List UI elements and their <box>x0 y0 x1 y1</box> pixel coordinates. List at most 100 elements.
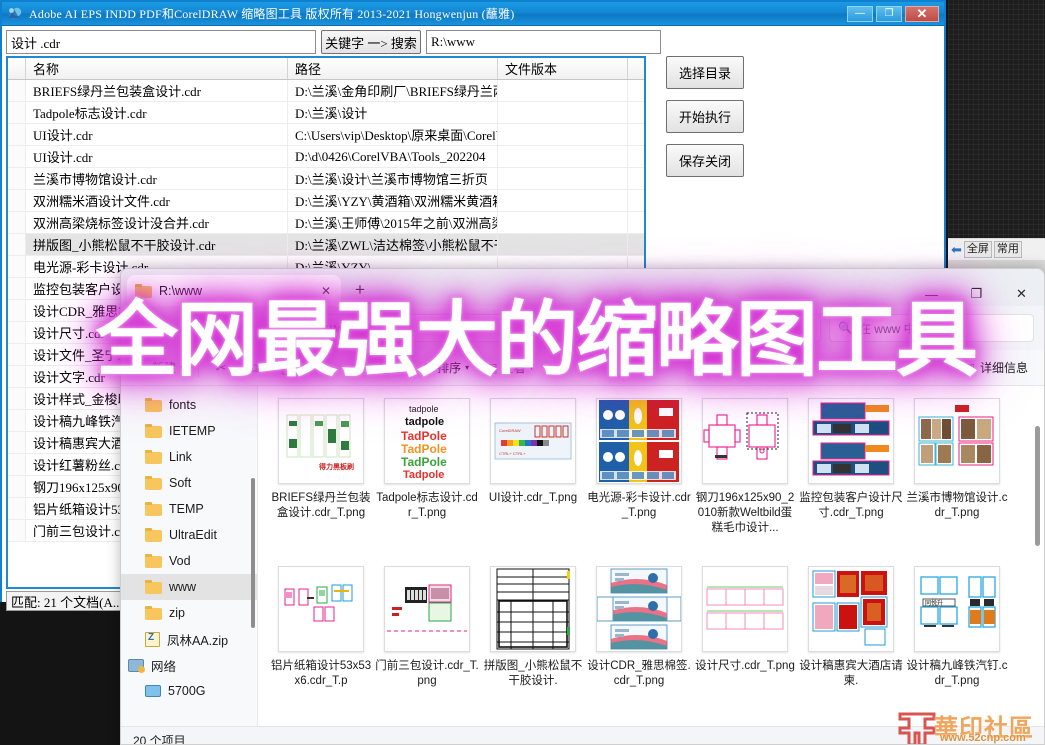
new-tab-button[interactable]: + <box>355 280 365 306</box>
refresh-icon[interactable]: ⟳ <box>233 320 259 337</box>
explorer-window-controls[interactable]: — ❐ ✕ <box>909 286 1044 306</box>
table-row[interactable]: 双洲高梁烧标签设计没合并.cdrD:\兰溪\王师傅\2015年之前\双洲高梁烧标… <box>8 212 644 234</box>
row-gutter <box>8 168 26 189</box>
svg-text:tadpole: tadpole <box>405 416 444 428</box>
rename-icon[interactable]: ✎ <box>305 355 335 381</box>
delete-icon[interactable]: 🗑 <box>371 355 401 381</box>
sidebar-item--[interactable]: 网络 <box>121 652 257 678</box>
sidebar-item-soft[interactable]: Soft <box>121 470 257 496</box>
up-arrow-icon[interactable]: ↑ <box>199 320 225 336</box>
save-close-button[interactable]: 保存关闭 <box>666 144 744 177</box>
table-row[interactable]: UI设计.cdrC:\Users\vip\Desktop\原来桌面\CorelV… <box>8 124 644 146</box>
copy-icon[interactable]: ⧉ <box>239 355 269 381</box>
taskbar-tray[interactable]: ⬅ 全屏 常用 <box>948 238 1045 260</box>
choose-directory-button[interactable]: 选择目录 <box>666 56 744 89</box>
explorer-maximize-button[interactable]: ❐ <box>954 286 999 302</box>
sidebar-item-ietemp[interactable]: IETEMP <box>121 418 257 444</box>
breadcrumb-root[interactable]: R: <box>299 321 311 335</box>
cell-version <box>498 146 628 167</box>
row-gutter <box>8 454 26 475</box>
file-grid-item[interactable]: 兰溪市博物馆设计.cdr_T.png <box>904 394 1010 562</box>
sidebar-item-label: TEMP <box>169 502 204 516</box>
view-button[interactable]: ▤ 查看 ▾ <box>479 355 540 381</box>
address-input[interactable]: R: › www <box>267 314 821 342</box>
sidebar-item-zip[interactable]: zip <box>121 600 257 626</box>
paste-icon[interactable]: 📋 <box>272 355 302 381</box>
file-grid-item[interactable]: 同悦升 设计稿九峰铁汽钉.cdr_T.png <box>904 562 1010 730</box>
table-row[interactable]: Tadpole标志设计.cdr D:\兰溪\设计 <box>8 102 644 124</box>
app-window-controls[interactable]: — ❐ ✕ <box>847 5 944 22</box>
sidebar-item-link[interactable]: Link <box>121 444 257 470</box>
file-grid-item[interactable]: 得力黑板刷 BRIEFS绿丹兰包装盒设计.cdr_T.png <box>268 394 374 562</box>
explorer-file-grid-pane[interactable]: 得力黑板刷 BRIEFS绿丹兰包装盒设计.cdr_T.png tadpole tadp… <box>258 386 1044 726</box>
sort-button[interactable]: ⇅ 排序 ▾ <box>416 355 476 381</box>
file-grid-item[interactable]: 设计尺寸.cdr_T.png <box>692 562 798 730</box>
back-arrow-icon[interactable]: ← <box>131 320 157 336</box>
cut-icon[interactable]: ✂ <box>206 355 236 381</box>
view-icon: ▤ <box>486 360 498 375</box>
close-icon[interactable]: ✕ <box>319 284 333 298</box>
file-grid-item[interactable]: 拼版图_小熊松鼠不干胶设计. <box>480 562 586 730</box>
sidebar-item-label: 5700G <box>168 684 206 698</box>
table-header-path[interactable]: 路径 <box>288 58 498 79</box>
explorer-navigation-pane[interactable]: fonts IETEMP Link Soft TEMP UltraEdit Vod www zi… <box>121 386 258 726</box>
file-thumbnail-museum-trifold <box>914 398 1000 484</box>
file-grid-item[interactable]: 铝片纸箱设计53x53x6.cdr_T.p <box>268 562 374 730</box>
file-grid: 得力黑板刷 BRIEFS绿丹兰包装盒设计.cdr_T.png tadpole tadp… <box>268 394 1044 730</box>
file-name-label: 设计尺寸.cdr_T.png <box>695 660 795 672</box>
file-thumbnail-pink-size-grid <box>702 566 788 652</box>
taskbar-button-fullscreen[interactable]: 全屏 <box>963 241 992 258</box>
svg-text:TadPole: TadPole <box>401 455 447 469</box>
table-row[interactable]: 双洲糯米酒设计文件.cdrD:\兰溪\YZY\黄酒箱\双洲糯米黄酒箱398x25… <box>8 190 644 212</box>
app-titlebar[interactable]: Adobe AI EPS INDD PDF和CorelDRAW 缩略图工具 版权… <box>2 2 944 26</box>
sidebar-item-fonts[interactable]: fonts <box>121 392 257 418</box>
cell-path: D:\d\0426\CorelVBA\Tools_202204 <box>288 146 498 167</box>
new-item-button[interactable]: ＋ 新建 ▾ <box>129 355 191 381</box>
row-gutter <box>8 410 26 431</box>
file-grid-item[interactable]: 钢刀196x125x90_2010新款Weltbild蛋糕毛巾设计... <box>692 394 798 562</box>
file-grid-item[interactable]: tadpole tadpole TadPole TadPole TadPole Tadpo… <box>374 394 480 562</box>
details-pane-button[interactable]: ▥ 详细信息 <box>956 355 1036 381</box>
file-grid-item[interactable]: 电光源-彩卡设计.cdr_T.png <box>586 394 692 562</box>
file-grid-item[interactable]: 门前三包设计.cdr_T.png <box>374 562 480 730</box>
file-grid-item[interactable]: CorelDRAW CTRL+ CTRL+ UI设计.cdr_T.png <box>480 394 586 562</box>
sidebar-item-www[interactable]: www <box>121 574 257 600</box>
content-scrollbar-thumb[interactable] <box>1035 426 1040 546</box>
sidebar-item-temp[interactable]: TEMP <box>121 496 257 522</box>
taskbar-button-common[interactable]: 常用 <box>993 241 1022 258</box>
explorer-close-button[interactable]: ✕ <box>999 286 1044 302</box>
svg-text:Tadpole: Tadpole <box>403 469 444 481</box>
nav-scrollbar-thumb[interactable] <box>251 478 255 628</box>
explorer-tab-bar: R:\www ✕ + — ❐ ✕ <box>121 269 1044 306</box>
keyword-search-button[interactable]: 关键字 一> 搜索 <box>321 30 421 54</box>
back-arrow-icon[interactable]: ⬅ <box>951 242 962 258</box>
more-options-button[interactable]: ··· <box>544 355 574 381</box>
explorer-minimize-button[interactable]: — <box>909 287 954 302</box>
forward-arrow-icon[interactable]: → <box>165 320 191 336</box>
sidebar-item-5700g[interactable]: 5700G <box>121 678 257 704</box>
app-maximize-button[interactable]: ❐ <box>876 5 902 22</box>
filter-input[interactable]: 设计 .cdr <box>6 30 316 54</box>
row-gutter <box>8 146 26 167</box>
sidebar-item--aa-zip[interactable]: 凤林AA.zip <box>121 626 257 652</box>
start-execute-button[interactable]: 开始执行 <box>666 100 744 133</box>
breadcrumb-www[interactable]: www <box>326 321 352 335</box>
share-icon[interactable]: ↗ <box>338 355 368 381</box>
file-grid-item[interactable]: 设计CDR_雅思棉签.cdr_T.png <box>586 562 692 730</box>
directory-input[interactable]: R:\www <box>426 30 661 54</box>
table-header-name[interactable]: 名称 <box>26 58 288 79</box>
table-header-version[interactable]: 文件版本 <box>498 58 628 79</box>
table-row[interactable]: UI设计.cdr D:\d\0426\CorelVBA\Tools_202204 <box>8 146 644 168</box>
search-input[interactable]: 🔍 在 www 中搜索 <box>829 314 1034 342</box>
table-row[interactable]: BRIEFS绿丹兰包装盒设计.cdrD:\兰溪\金角印刷厂\BRIEFS绿丹兰两… <box>8 80 644 102</box>
chevron-down-icon: ▾ <box>465 363 470 372</box>
table-row[interactable]: 拼版图_小熊松鼠不干胶设计.cdrD:\兰溪\ZWL\洁达棉签\小熊松鼠不干胶设… <box>8 234 644 256</box>
explorer-tab-www[interactable]: R:\www ✕ <box>127 275 341 306</box>
sidebar-item-vod[interactable]: Vod <box>121 548 257 574</box>
file-grid-item[interactable]: 监控包装客户设计尺寸.cdr_T.png <box>798 394 904 562</box>
sidebar-item-ultraedit[interactable]: UltraEdit <box>121 522 257 548</box>
app-close-button[interactable]: ✕ <box>905 5 939 22</box>
app-minimize-button[interactable]: — <box>847 5 873 22</box>
file-grid-item[interactable]: 设计稿惠宾大酒店请柬. <box>798 562 904 730</box>
table-row[interactable]: 兰溪市博物馆设计.cdr D:\兰溪\设计\兰溪市博物馆三折页 <box>8 168 644 190</box>
